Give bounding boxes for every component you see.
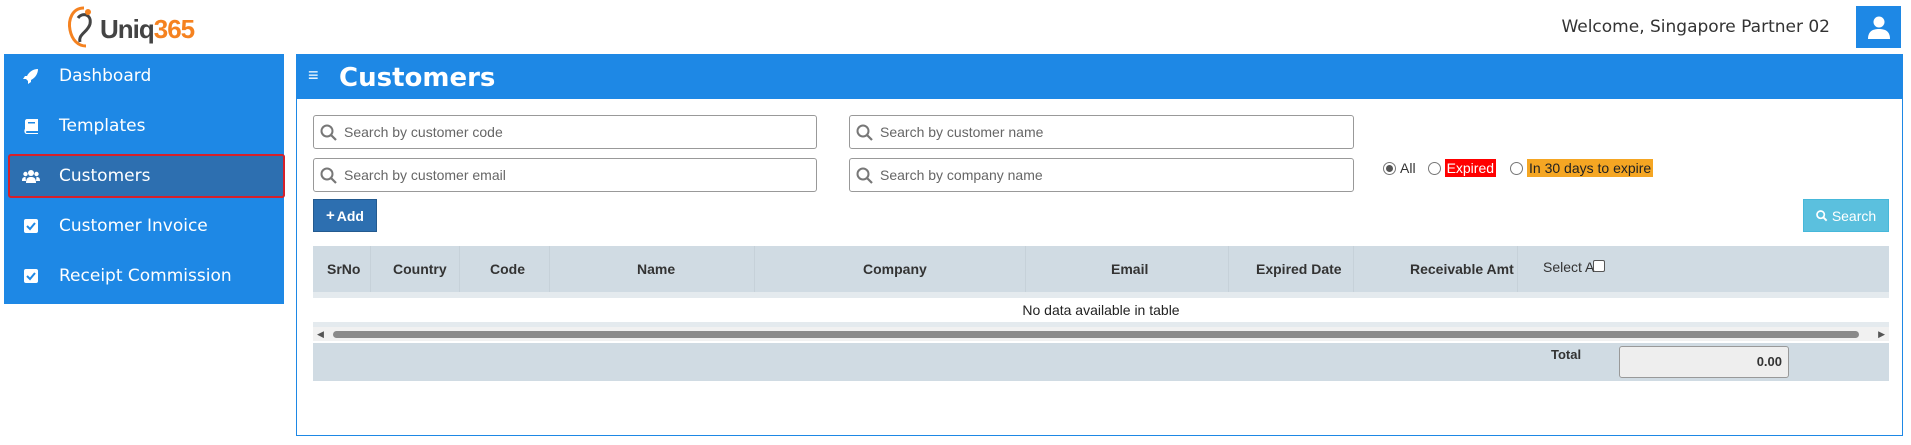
search-icon <box>856 124 874 142</box>
menu-toggle-icon[interactable]: ≡ <box>308 65 319 86</box>
total-label: Total <box>1551 347 1581 362</box>
table-header: SrNo Country Code Name Company Email Exp… <box>313 246 1889 292</box>
add-button[interactable]: + Add <box>313 199 377 232</box>
filter-expired-label: Expired <box>1445 159 1496 177</box>
plus-icon: + <box>326 207 335 224</box>
sidebar-item-label: Customer Invoice <box>59 216 208 236</box>
select-all-checkbox[interactable] <box>1593 260 1605 272</box>
filter-expired-radio[interactable] <box>1428 162 1441 175</box>
sidebar-item-templates[interactable]: Templates <box>4 104 284 148</box>
customer-email-input[interactable] <box>344 167 744 183</box>
column-divider <box>1353 246 1354 292</box>
total-amount-field: 0.00 <box>1619 346 1789 378</box>
col-srno[interactable]: SrNo <box>327 261 360 277</box>
customer-code-search <box>313 115 817 149</box>
col-company[interactable]: Company <box>863 261 927 277</box>
logo-mark-icon <box>64 4 104 50</box>
page-title: Customers <box>339 63 495 93</box>
company-name-input[interactable] <box>880 167 1280 183</box>
customer-name-input[interactable] <box>880 124 1280 140</box>
user-icon <box>1866 14 1892 40</box>
filter-all-radio[interactable] <box>1383 162 1396 175</box>
user-avatar[interactable] <box>1856 6 1901 48</box>
customer-email-search <box>313 158 817 192</box>
col-code[interactable]: Code <box>490 261 525 277</box>
check-square-icon <box>22 217 40 235</box>
welcome-text: Welcome, Singapore Partner 02 <box>1561 17 1830 37</box>
panel-header: ≡ Customers <box>297 55 1902 99</box>
table-footer: Total 0.00 <box>313 343 1889 381</box>
sidebar-item-label: Dashboard <box>59 66 151 86</box>
sidebar-item-label: Customers <box>59 166 150 186</box>
sidebar-item-label: Templates <box>59 116 145 136</box>
logo-text: Uniq365 <box>100 14 194 45</box>
scroll-left-icon[interactable]: ◀ <box>317 329 324 340</box>
search-icon <box>1816 210 1828 222</box>
sidebar-item-customer-invoice[interactable]: Customer Invoice <box>4 204 284 248</box>
search-button[interactable]: Search <box>1803 199 1889 232</box>
column-divider <box>459 246 460 292</box>
logo[interactable]: Uniq365 <box>64 4 174 50</box>
filter-soon-radio[interactable] <box>1510 162 1523 175</box>
rocket-icon <box>22 67 40 85</box>
search-button-label: Search <box>1832 208 1876 224</box>
check-square-icon <box>22 267 40 285</box>
customer-name-search <box>849 115 1354 149</box>
filter-soon-label: In 30 days to expire <box>1527 159 1653 177</box>
company-name-search <box>849 158 1354 192</box>
expiry-filter: All Expired In 30 days to expire <box>1383 159 1653 177</box>
search-icon <box>856 167 874 185</box>
column-divider <box>754 246 755 292</box>
add-button-label: Add <box>337 208 364 224</box>
col-expired-date[interactable]: Expired Date <box>1256 261 1342 277</box>
empty-table-message: No data available in table <box>313 298 1889 322</box>
column-divider <box>370 246 371 292</box>
col-email[interactable]: Email <box>1111 261 1148 277</box>
top-bar: Uniq365 Welcome, Singapore Partner 02 <box>0 0 1911 52</box>
table-horizontal-scrollbar[interactable]: ◀ ▶ <box>313 327 1889 341</box>
scroll-right-icon[interactable]: ▶ <box>1878 329 1885 340</box>
col-receivable-amt[interactable]: Receivable Amt <box>1410 261 1514 277</box>
scrollbar-thumb[interactable] <box>333 331 1859 338</box>
customer-code-input[interactable] <box>344 124 744 140</box>
column-divider <box>549 246 550 292</box>
col-select-all: Select All <box>1543 259 1601 275</box>
sidebar-item-dashboard[interactable]: Dashboard <box>4 54 284 98</box>
col-name[interactable]: Name <box>637 261 675 277</box>
column-divider <box>1228 246 1229 292</box>
sidebar-item-receipt-commission[interactable]: Receipt Commission <box>4 254 284 298</box>
col-country[interactable]: Country <box>393 261 447 277</box>
book-icon <box>22 117 40 135</box>
sidebar-item-customers[interactable]: Customers <box>8 154 285 198</box>
column-divider <box>1517 246 1518 292</box>
search-icon <box>320 124 338 142</box>
sidebar-item-label: Receipt Commission <box>59 266 232 286</box>
filter-all-label: All <box>1400 160 1416 176</box>
customers-panel: ≡ Customers All Expired In 30 days to ex… <box>296 54 1903 436</box>
users-icon <box>22 167 40 185</box>
column-divider <box>1025 246 1026 292</box>
sidebar: Dashboard Templates Customers Customer I… <box>4 54 284 304</box>
search-icon <box>320 167 338 185</box>
